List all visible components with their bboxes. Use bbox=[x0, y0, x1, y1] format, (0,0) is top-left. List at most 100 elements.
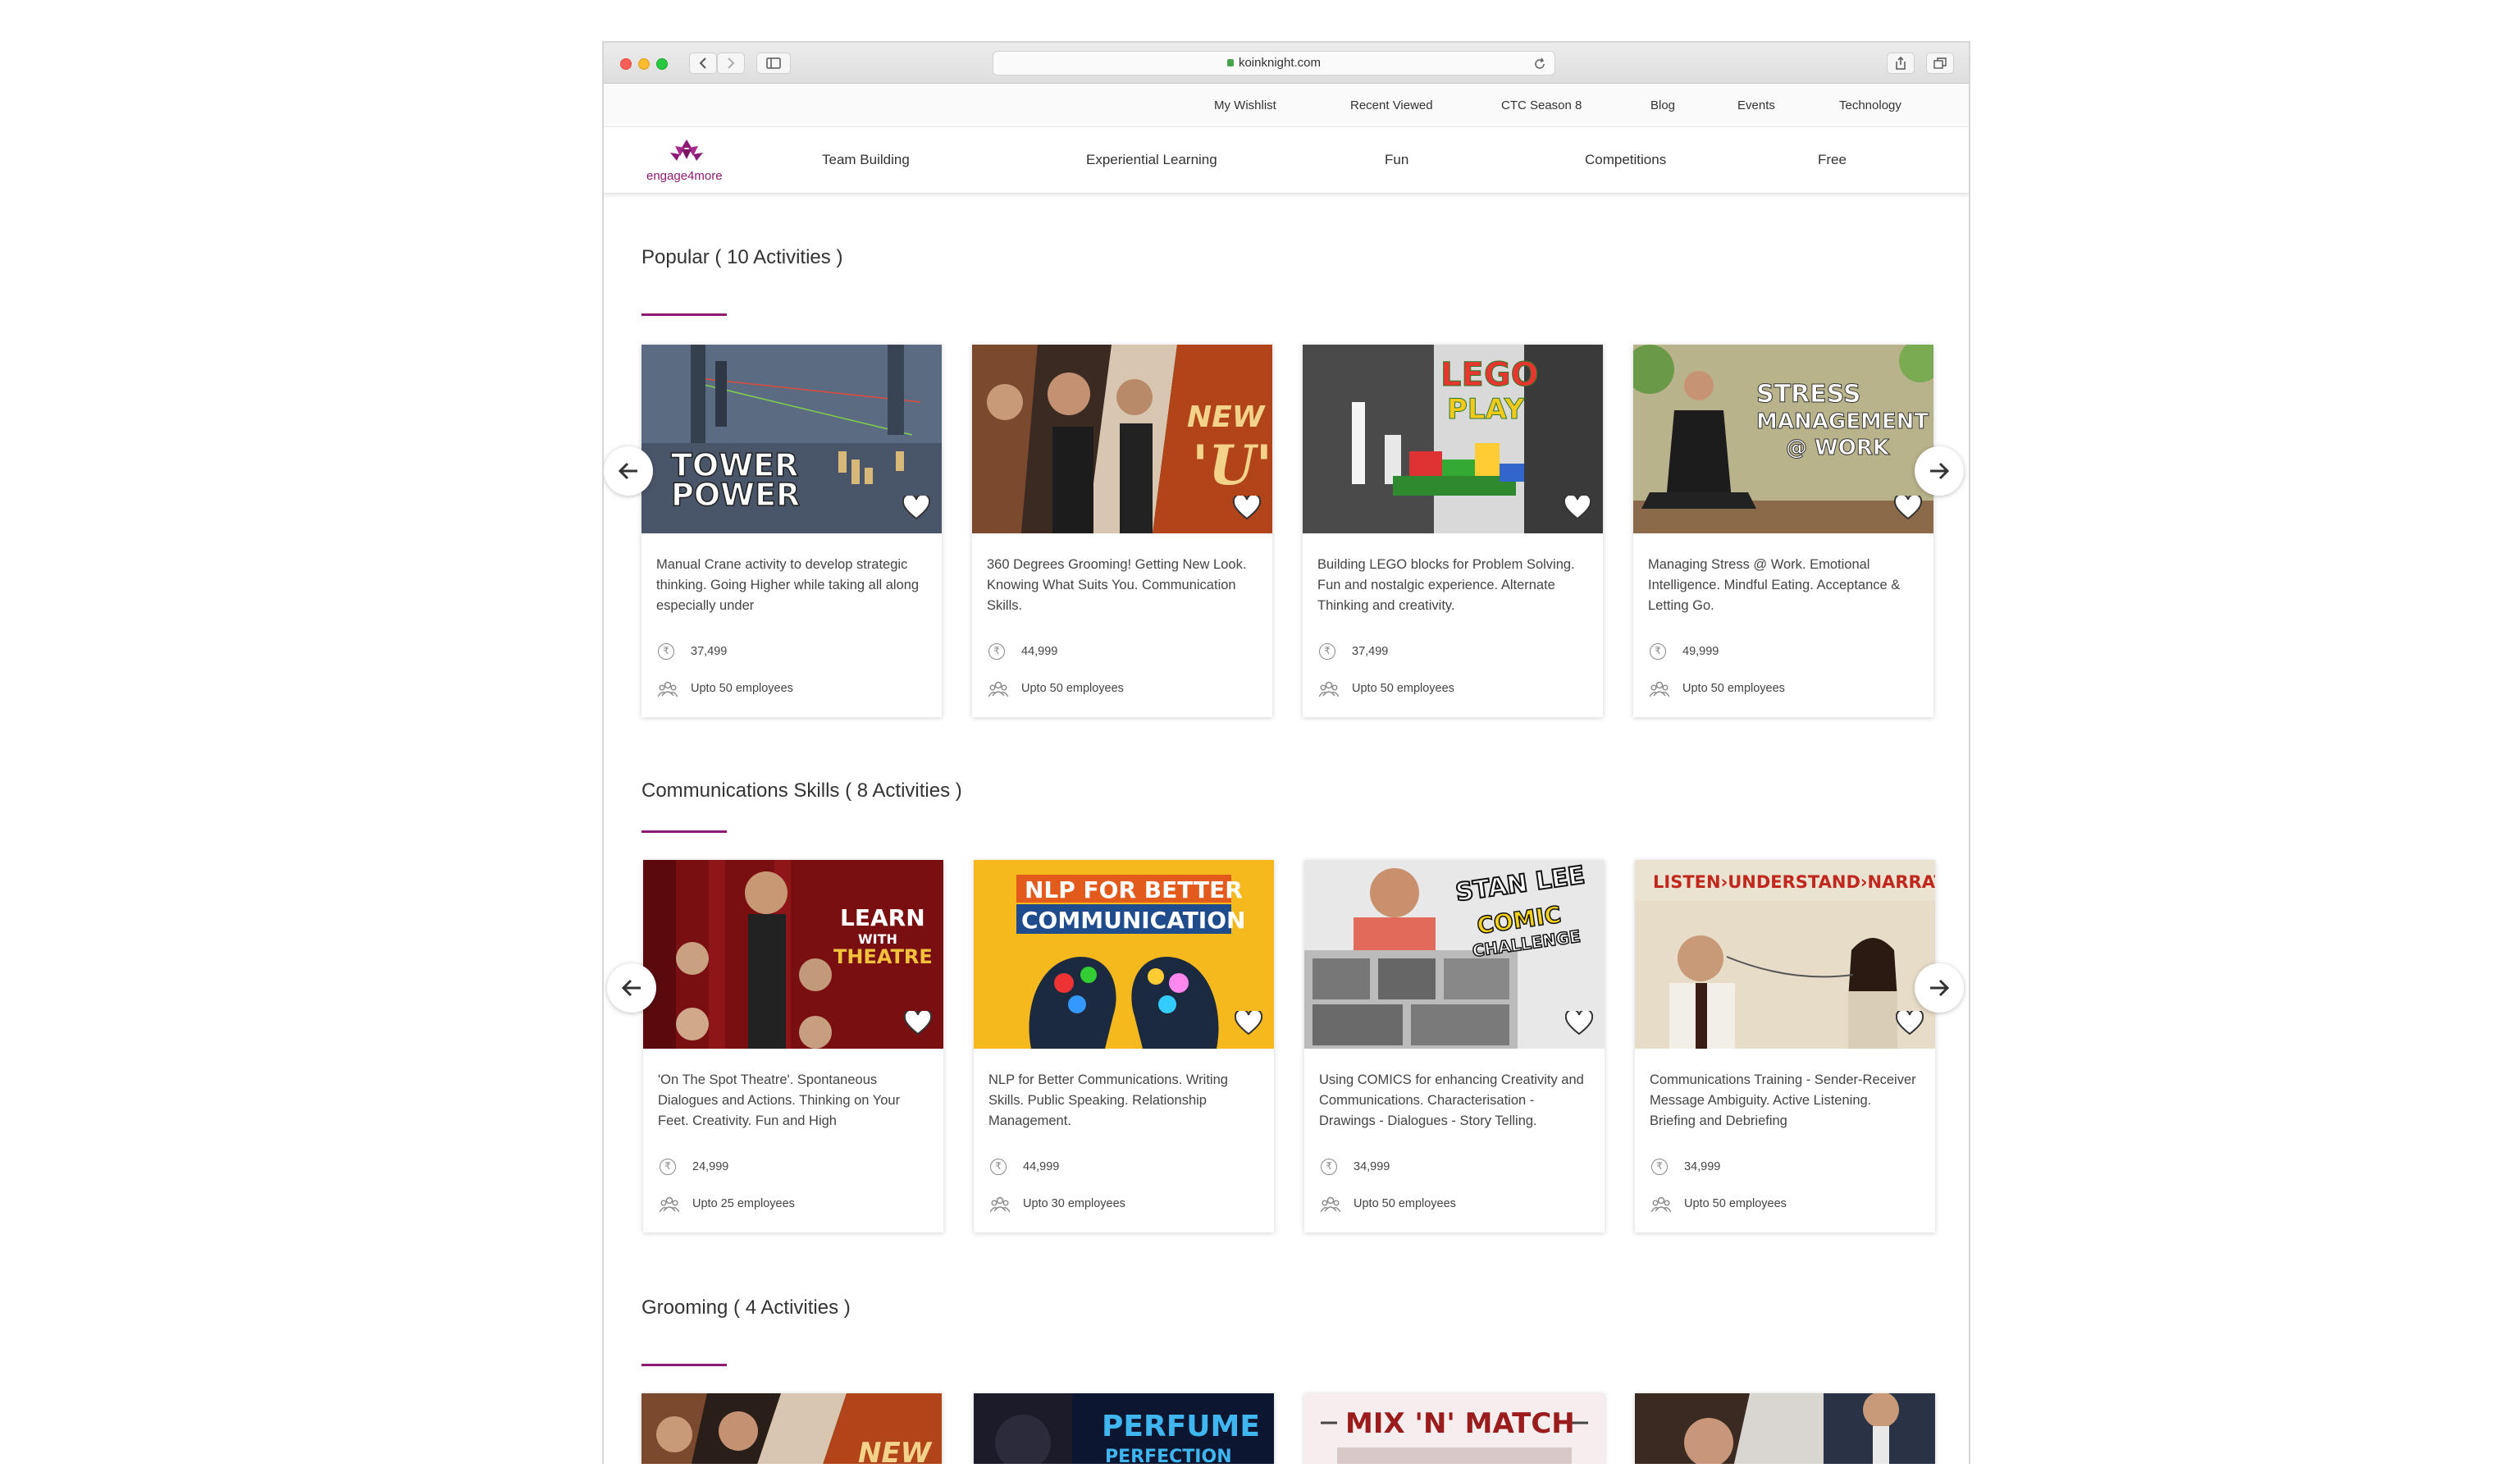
tabs-icon bbox=[1933, 57, 1947, 69]
heart-icon[interactable] bbox=[904, 1011, 932, 1036]
activity-description: NLP for Better Communications. Writing S… bbox=[988, 1072, 1228, 1128]
top-link-my-wishlist[interactable]: My Wishlist bbox=[1214, 98, 1276, 112]
arrow-left-icon bbox=[621, 979, 641, 997]
minimize-window-button[interactable] bbox=[638, 58, 650, 70]
main-navigation: engage4more Team Building Experiential L… bbox=[604, 128, 1969, 194]
forward-button[interactable] bbox=[717, 53, 745, 74]
activity-card[interactable]: PERFUME PERFECTION bbox=[974, 1393, 1274, 1464]
svg-text:THEATRE: THEATRE bbox=[833, 945, 933, 968]
svg-text:COMMUNICATION: COMMUNICATION bbox=[1021, 907, 1245, 934]
activity-card[interactable] bbox=[1635, 1393, 1935, 1464]
rupee-icon: ₹ bbox=[988, 643, 1005, 660]
nav-experiential-learning[interactable]: Experiential Learning bbox=[1086, 152, 1217, 168]
close-window-button[interactable] bbox=[620, 58, 632, 70]
activity-image[interactable]: LISTEN›UNDERSTAND›NARRATE bbox=[1635, 860, 1935, 1049]
group-icon bbox=[990, 1196, 1010, 1213]
top-link-blog[interactable]: Blog bbox=[1650, 98, 1675, 112]
activity-price: 37,499 bbox=[1352, 645, 1389, 658]
rupee-icon: ₹ bbox=[660, 1159, 676, 1175]
activity-price: 44,999 bbox=[1023, 1160, 1060, 1173]
nav-competitions[interactable]: Competitions bbox=[1585, 152, 1666, 168]
activity-card[interactable]: LEARN WITH THEATRE 'On The Spot Theatre'… bbox=[643, 860, 943, 1232]
rupee-icon: ₹ bbox=[658, 643, 674, 660]
activity-image[interactable]: LEARN WITH THEATRE bbox=[643, 860, 943, 1049]
activity-description: Managing Stress @ Work. Emotional Intell… bbox=[1648, 557, 1901, 613]
activity-employees: Upto 50 employees bbox=[1684, 1197, 1787, 1210]
activity-description: Manual Crane activity to develop strateg… bbox=[656, 557, 920, 613]
heart-icon[interactable] bbox=[1233, 496, 1261, 520]
activity-image[interactable]: STAN LEE COMIC CHALLENGE bbox=[1304, 860, 1605, 1049]
activity-card[interactable]: STRESS MANAGEMENT @ WORK Managing Stress… bbox=[1633, 345, 1933, 717]
activity-description: 360 Degrees Grooming! Getting New Look. … bbox=[987, 557, 1247, 613]
top-link-technology[interactable]: Technology bbox=[1839, 98, 1901, 112]
svg-text:POWER: POWER bbox=[671, 477, 800, 513]
activity-card[interactable]: STAN LEE COMIC CHALLENGE Using COMICS fo… bbox=[1304, 860, 1605, 1232]
activity-card[interactable]: NEW bbox=[641, 1393, 942, 1464]
svg-text:MANAGEMENT: MANAGEMENT bbox=[1756, 409, 1929, 434]
sidebar-toggle-button[interactable] bbox=[756, 53, 791, 74]
activity-image[interactable]: NEW bbox=[641, 1393, 942, 1464]
nav-fun[interactable]: Fun bbox=[1385, 152, 1408, 168]
back-button[interactable] bbox=[689, 53, 717, 74]
activity-image[interactable]: MIX 'N' MATCH bbox=[1304, 1393, 1605, 1464]
activity-description: Building LEGO blocks for Problem Solving… bbox=[1317, 557, 1575, 613]
activity-image[interactable]: NEW 'U' bbox=[972, 345, 1272, 533]
carousel-prev-button[interactable] bbox=[607, 963, 656, 1013]
carousel-next-button[interactable] bbox=[1915, 963, 1964, 1013]
top-link-events[interactable]: Events bbox=[1737, 98, 1775, 112]
activity-price: 37,499 bbox=[691, 645, 728, 658]
activity-price: 24,999 bbox=[692, 1160, 729, 1173]
activity-employees: Upto 50 employees bbox=[691, 682, 793, 695]
activity-price: 34,999 bbox=[1354, 1160, 1390, 1173]
activity-card[interactable]: NLP FOR BETTER COMMUNICATION NLP for Bet… bbox=[974, 860, 1274, 1232]
heart-icon[interactable] bbox=[1564, 496, 1591, 520]
section-underline bbox=[641, 830, 727, 833]
group-icon bbox=[1650, 681, 1669, 697]
activity-card[interactable]: NEW 'U' 360 Degrees Grooming! Getting Ne… bbox=[972, 345, 1272, 717]
heart-icon[interactable] bbox=[1894, 496, 1922, 520]
top-link-recent-viewed[interactable]: Recent Viewed bbox=[1350, 98, 1433, 112]
activity-image[interactable]: PERFUME PERFECTION bbox=[974, 1393, 1274, 1464]
share-icon bbox=[1896, 57, 1906, 70]
activity-card[interactable]: MIX 'N' MATCH bbox=[1304, 1393, 1605, 1464]
activity-image[interactable]: TOWER POWER bbox=[641, 345, 942, 533]
carousel-prev-button[interactable] bbox=[604, 446, 653, 496]
svg-text:PLAY: PLAY bbox=[1447, 393, 1525, 426]
activity-description: Communications Training - Sender-Receive… bbox=[1650, 1072, 1916, 1128]
heart-icon[interactable] bbox=[1565, 1011, 1593, 1036]
section-title-grooming: Grooming ( 4 Activities ) bbox=[641, 1296, 851, 1319]
section-title-popular: Popular ( 10 Activities ) bbox=[641, 246, 843, 268]
heart-icon[interactable] bbox=[1235, 1011, 1262, 1036]
browser-window: koinknight.com My Wishlist Recent Viewed… bbox=[602, 41, 1970, 1464]
section-underline bbox=[641, 313, 727, 316]
section-underline bbox=[641, 1364, 727, 1366]
activity-description: Using COMICS for enhancing Creativity an… bbox=[1319, 1072, 1584, 1128]
nav-team-building[interactable]: Team Building bbox=[822, 152, 910, 168]
rupee-icon: ₹ bbox=[1650, 643, 1666, 660]
svg-text:@ WORK: @ WORK bbox=[1786, 436, 1890, 460]
activity-card[interactable]: TOWER POWER Manual Crane activity to dev… bbox=[641, 345, 942, 717]
share-button[interactable] bbox=[1887, 53, 1915, 74]
activity-image[interactable]: NLP FOR BETTER COMMUNICATION bbox=[974, 860, 1274, 1049]
heart-icon[interactable] bbox=[1896, 1011, 1924, 1036]
maximize-window-button[interactable] bbox=[656, 58, 668, 70]
activity-image[interactable] bbox=[1635, 1393, 1935, 1464]
heart-icon[interactable] bbox=[902, 496, 930, 520]
activity-card[interactable]: LEGO PLAY Building LEGO blocks for Probl… bbox=[1303, 345, 1603, 717]
tabs-button[interactable] bbox=[1926, 53, 1954, 74]
activity-card[interactable]: LISTEN›UNDERSTAND›NARRATE Communications… bbox=[1635, 860, 1935, 1232]
nav-free[interactable]: Free bbox=[1818, 152, 1847, 168]
address-bar[interactable]: koinknight.com bbox=[993, 51, 1555, 75]
carousel-next-button[interactable] bbox=[1915, 446, 1964, 496]
group-icon bbox=[1651, 1196, 1671, 1213]
top-link-ctc-season-8[interactable]: CTC Season 8 bbox=[1501, 98, 1582, 112]
activity-image[interactable]: LEGO PLAY bbox=[1303, 345, 1603, 533]
activity-image[interactable]: STRESS MANAGEMENT @ WORK bbox=[1633, 345, 1933, 533]
group-icon bbox=[988, 681, 1008, 697]
rupee-icon: ₹ bbox=[990, 1159, 1007, 1175]
activity-employees: Upto 30 employees bbox=[1023, 1197, 1125, 1210]
activity-price: 34,999 bbox=[1684, 1160, 1721, 1173]
group-icon bbox=[1319, 681, 1339, 697]
activity-description: 'On The Spot Theatre'. Spontaneous Dialo… bbox=[658, 1072, 901, 1128]
reload-icon[interactable] bbox=[1533, 57, 1546, 71]
